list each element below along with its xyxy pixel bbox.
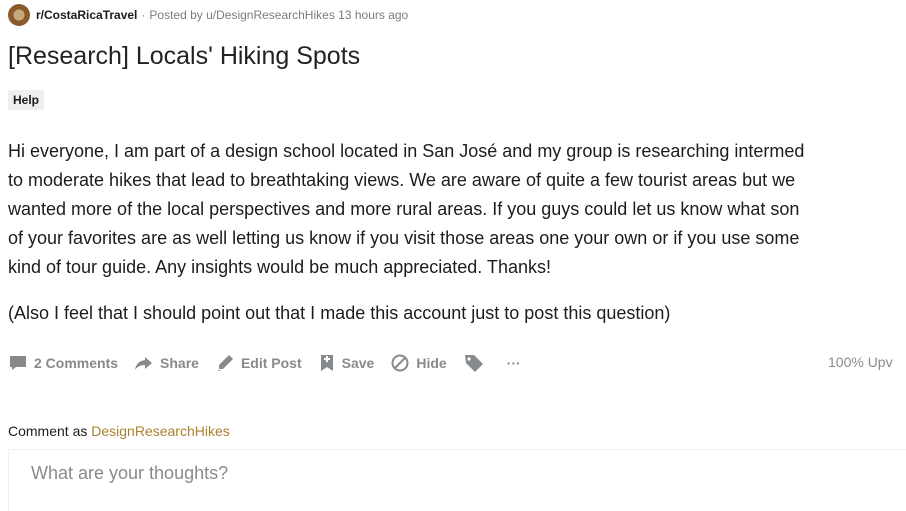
save-button[interactable]: Save bbox=[318, 353, 375, 373]
post-meta: r/CostaRicaTravel · Posted by u/DesignRe… bbox=[8, 4, 408, 26]
comment-as: Comment as DesignResearchHikes bbox=[8, 423, 230, 439]
post-title: [Research] Locals' Hiking Spots bbox=[8, 42, 361, 70]
subreddit-avatar-icon[interactable] bbox=[8, 4, 30, 26]
comment-as-label: Comment as bbox=[8, 423, 88, 439]
post-time[interactable]: 13 hours ago bbox=[338, 8, 408, 22]
post-body-line: wanted more of the local perspectives an… bbox=[8, 199, 800, 219]
meta-separator: · bbox=[141, 8, 146, 22]
hide-button[interactable]: Hide bbox=[390, 353, 447, 373]
tag-icon bbox=[464, 355, 483, 372]
pencil-icon bbox=[217, 355, 233, 371]
bookmark-icon bbox=[320, 355, 333, 371]
hide-label: Hide bbox=[416, 355, 447, 371]
subreddit-link[interactable]: r/CostaRicaTravel bbox=[36, 8, 137, 22]
comment-box[interactable] bbox=[8, 449, 906, 511]
share-label: Share bbox=[160, 355, 199, 371]
tag-button[interactable] bbox=[463, 353, 491, 373]
save-label: Save bbox=[341, 355, 375, 371]
share-button[interactable]: Share bbox=[134, 353, 199, 373]
post-body-line: kind of tour guide. Any insights would b… bbox=[8, 257, 551, 277]
comments-label: 2 Comments bbox=[34, 355, 119, 371]
comment-username-link[interactable]: DesignResearchHikes bbox=[91, 423, 230, 439]
edit-post-label: Edit Post bbox=[240, 355, 302, 371]
more-icon: ··· bbox=[506, 355, 521, 371]
post-body-line: to moderate hikes that lead to breathtak… bbox=[8, 170, 796, 190]
comments-button[interactable]: 2 Comments bbox=[8, 353, 118, 373]
more-options-button[interactable]: ··· bbox=[507, 355, 521, 371]
post-body-line: of your favorites are as well letting us… bbox=[8, 228, 800, 248]
posted-by[interactable]: Posted by u/DesignResearchHikes bbox=[149, 8, 334, 22]
comment-input[interactable] bbox=[29, 462, 893, 485]
upvote-ratio: 100% Upv bbox=[828, 354, 893, 370]
post-actions: 2 Comments Share Edit Post Save Hide ··· bbox=[8, 350, 537, 376]
post-flair[interactable]: Help bbox=[8, 90, 45, 110]
share-arrow-icon bbox=[135, 357, 153, 370]
post-body-line: Hi everyone, I am part of a design schoo… bbox=[8, 141, 805, 161]
comment-bubble-icon bbox=[10, 356, 26, 370]
post-body-paragraph-2: (Also I feel that I should point out tha… bbox=[8, 303, 671, 323]
post-body: Hi everyone, I am part of a design schoo… bbox=[8, 137, 906, 328]
edit-post-button[interactable]: Edit Post bbox=[215, 353, 302, 373]
hide-circle-icon bbox=[391, 354, 409, 372]
